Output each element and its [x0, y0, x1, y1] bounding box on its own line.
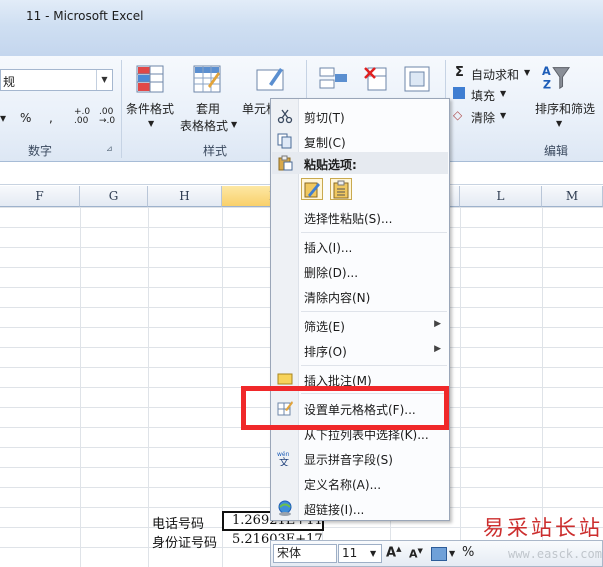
sort-filter-icon: A Z	[542, 65, 571, 91]
submenu-arrow-icon: ▶	[434, 344, 441, 354]
table-format-icon	[193, 65, 221, 93]
chevron-down-icon: ▼	[231, 120, 238, 129]
menu-item-label: 定义名称(A)...	[304, 478, 382, 492]
window-title: 11 - Microsoft Excel	[26, 9, 144, 23]
scissors-icon	[277, 109, 293, 124]
cell-styles-icon	[256, 68, 284, 91]
eraser-icon: ◇	[453, 108, 463, 122]
conditional-format-button[interactable]: 条件格式	[126, 100, 174, 117]
highlight-box	[241, 386, 449, 430]
menu-item-label: 筛选(E)	[304, 320, 345, 334]
font-name-select[interactable]: 宋体	[273, 544, 337, 563]
chevron-down-icon[interactable]: ▼	[449, 549, 455, 558]
context-menu: 剪切(T) 复制(C) 粘贴选项: 选择性粘贴(S)... 插入(I)... 删…	[270, 98, 450, 521]
delete-cells-icon[interactable]	[362, 64, 392, 94]
number-format-value: 规	[3, 75, 16, 89]
copy-icon	[277, 133, 292, 149]
menu-item-label: 插入(I)...	[304, 241, 353, 255]
insert-cells-icon[interactable]	[318, 64, 348, 94]
menu-item-insert[interactable]: 插入(I)...	[271, 234, 449, 258]
paste-formatting-button[interactable]	[301, 178, 323, 200]
paste-format-icon	[304, 182, 320, 198]
menu-item-clear-contents[interactable]: 清除内容(N)	[271, 284, 449, 308]
editing-group-label: 编辑	[544, 144, 569, 158]
svg-text:Z: Z	[543, 78, 551, 91]
paste-options-header: 粘贴选项:	[272, 152, 448, 174]
menu-item-cut[interactable]: 剪切(T)	[271, 104, 449, 128]
paste-options-label: 粘贴选项:	[304, 158, 357, 172]
fill-button[interactable]: 填充	[471, 87, 495, 104]
svg-text:wén: wén	[277, 451, 290, 458]
title-bar: 11 - Microsoft Excel	[0, 0, 603, 56]
menu-item-sort[interactable]: 排序(O) ▶	[271, 338, 449, 362]
hyperlink-icon	[278, 500, 292, 516]
column-header-f[interactable]: F	[0, 186, 80, 207]
format-cells-ribbon-icon[interactable]	[402, 64, 432, 94]
clear-button[interactable]: 清除	[471, 109, 495, 126]
chevron-down-icon: ▼	[500, 89, 507, 98]
menu-item-label: 超链接(I)...	[304, 503, 365, 517]
menu-item-filter[interactable]: 筛选(E) ▶	[271, 313, 449, 337]
comment-icon	[277, 373, 293, 385]
cell-phone-label[interactable]: 电话号码	[152, 513, 204, 532]
menu-item-phonetic[interactable]: wén 文 显示拼音字段(S)	[271, 446, 449, 470]
autosum-button[interactable]: 自动求和	[471, 66, 519, 83]
menu-item-delete[interactable]: 删除(D)...	[271, 259, 449, 283]
column-header-h[interactable]: H	[148, 186, 222, 207]
chevron-down-icon: ▼	[148, 119, 155, 128]
menu-item-label: 复制(C)	[304, 136, 346, 150]
accounting-format-icon[interactable]: ▾	[0, 111, 6, 125]
menu-item-hyperlink[interactable]: 超链接(I)...	[271, 496, 449, 520]
menu-item-paste-special[interactable]: 选择性粘贴(S)...	[271, 205, 449, 229]
grow-font-icon[interactable]: A▲	[386, 545, 401, 560]
column-header-g[interactable]: G	[80, 186, 148, 207]
percent-icon[interactable]: %	[462, 545, 474, 560]
comma-button[interactable]: ,	[49, 111, 53, 125]
column-header-m[interactable]: M	[542, 186, 603, 207]
menu-item-label: 清除内容(N)	[304, 291, 371, 305]
shrink-font-icon[interactable]: A▼	[409, 547, 423, 561]
chevron-down-icon: ▼	[500, 111, 507, 120]
menu-item-label: 显示拼音字段(S)	[304, 453, 393, 467]
conditional-format-icon	[136, 65, 164, 93]
submenu-arrow-icon: ▶	[434, 319, 441, 329]
sigma-icon: Σ	[455, 65, 464, 80]
chevron-down-icon: ▼	[524, 68, 531, 77]
phonetic-icon: wén 文	[277, 451, 290, 466]
menu-item-define-name[interactable]: 定义名称(A)...	[271, 471, 449, 495]
column-header-l[interactable]: L	[460, 186, 542, 207]
menu-item-label: 删除(D)...	[304, 266, 359, 280]
clipboard-icon	[278, 155, 293, 171]
fill-icon	[453, 87, 465, 99]
svg-text:文: 文	[279, 456, 289, 466]
dialog-launcher-icon[interactable]: ⊿	[106, 144, 113, 153]
chevron-down-icon[interactable]: ▼	[370, 549, 376, 558]
styles-group-label: 样式	[203, 144, 228, 158]
menu-item-label: 排序(O)	[304, 345, 347, 359]
table-format-label-2[interactable]: 表格格式	[180, 117, 228, 134]
paste-values-icon	[333, 180, 349, 199]
decrease-decimal-button[interactable]: .00 →.0	[99, 108, 115, 126]
increase-decimal-button[interactable]: +.0.00	[74, 108, 90, 126]
cell-id-label[interactable]: 身份证号码	[152, 532, 217, 551]
menu-item-label: 选择性粘贴(S)...	[304, 212, 393, 226]
accounting-icon[interactable]	[431, 547, 447, 561]
table-format-label-1[interactable]: 套用	[196, 100, 220, 117]
watermark-text: 易采站长站	[483, 516, 603, 540]
number-group-label: 数字	[28, 144, 53, 158]
svg-text:A: A	[542, 65, 551, 78]
percent-button[interactable]: %	[20, 111, 31, 125]
menu-item-copy[interactable]: 复制(C)	[271, 129, 449, 153]
watermark-url: www.easck.com	[508, 547, 602, 561]
sort-filter-button[interactable]: 排序和筛选	[535, 100, 595, 117]
paste-values-button[interactable]	[330, 178, 352, 200]
chevron-down-icon: ▼	[556, 119, 563, 128]
menu-item-label: 剪切(T)	[304, 111, 345, 125]
chevron-down-icon[interactable]: ▼	[96, 70, 112, 90]
